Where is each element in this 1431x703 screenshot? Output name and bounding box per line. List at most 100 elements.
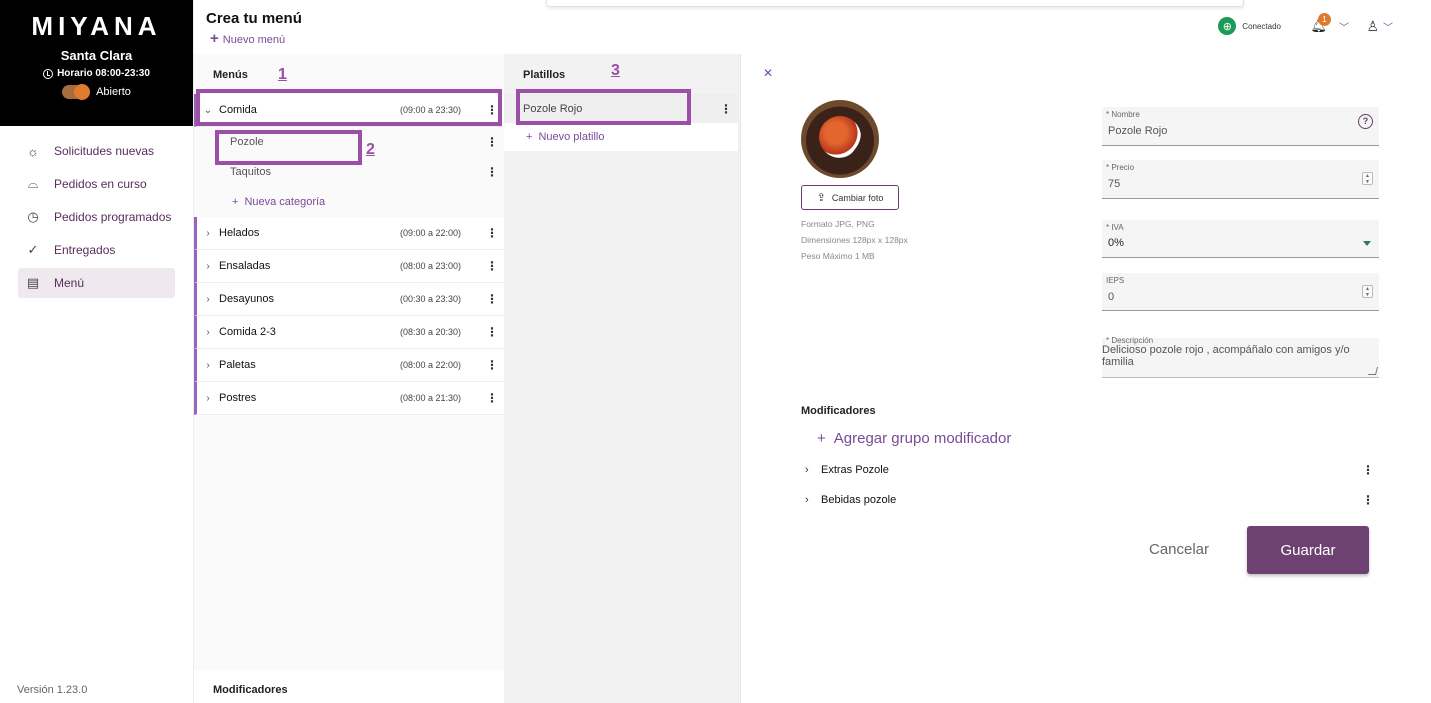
more-vert-icon[interactable]: ⋮: [480, 292, 504, 306]
description-field[interactable]: * Descripción Delicioso pozole rojo , ac…: [1102, 336, 1379, 378]
nav-item-entregados[interactable]: ✓ Entregados: [18, 235, 175, 265]
menu-row-paletas[interactable]: › Paletas (08:00 a 22:00) ⋮: [194, 349, 504, 382]
header-search-bar: [546, 0, 1244, 7]
more-vert-icon[interactable]: ⋮: [714, 102, 738, 116]
more-vert-icon[interactable]: ⋮: [480, 103, 504, 117]
more-vert-icon[interactable]: ⋮: [1356, 493, 1380, 507]
more-vert-icon[interactable]: ⋮: [480, 259, 504, 273]
nav-item-solicitudes[interactable]: ☼ Solicitudes nuevas: [18, 136, 175, 166]
modifier-group-row[interactable]: › Extras Pozole ⋮: [805, 459, 1380, 481]
platillo-photo: [801, 100, 879, 178]
menu-row-postres[interactable]: › Postres (08:00 a 21:30) ⋮: [194, 382, 504, 415]
price-input[interactable]: 75: [1108, 178, 1120, 190]
chevron-right-icon[interactable]: ›: [197, 360, 219, 371]
save-button[interactable]: Guardar: [1247, 526, 1369, 574]
menu-row-ensaladas[interactable]: › Ensaladas (08:00 a 23:00) ⋮: [194, 250, 504, 283]
menu-row-comida[interactable]: ⌄ Comida (09:00 a 23:30) ⋮: [194, 94, 504, 127]
change-photo-button[interactable]: ⇪ Cambiar foto: [801, 185, 899, 210]
photo-requirements: Formato JPG, PNG Dimensiones 128px x 128…: [801, 216, 908, 264]
modifier-group-name: Extras Pozole: [821, 464, 889, 476]
close-icon[interactable]: ✕: [763, 66, 773, 80]
chevron-right-icon[interactable]: ›: [197, 327, 219, 338]
chevron-down-icon[interactable]: ﹀: [1383, 19, 1393, 34]
menu-row-desayunos[interactable]: › Desayunos (00:30 a 23:30) ⋮: [194, 283, 504, 316]
chevron-right-icon[interactable]: ›: [197, 228, 219, 239]
change-photo-label: Cambiar foto: [831, 192, 884, 203]
new-menu-link[interactable]: + Nuevo menú: [210, 30, 285, 47]
category-row-pozole[interactable]: Pozole ⋮: [194, 127, 504, 157]
page-title: Crea tu menú: [206, 10, 302, 27]
stepper-icon[interactable]: ▲ ▼: [1362, 285, 1373, 298]
more-vert-icon[interactable]: ⋮: [480, 165, 504, 179]
stepper-icon[interactable]: ▲ ▼: [1362, 172, 1373, 185]
nav-item-pedidos-programados[interactable]: ◷ Pedidos programados: [18, 202, 175, 232]
chevron-right-icon[interactable]: ›: [197, 294, 219, 305]
app-version: Versión 1.23.0: [17, 684, 88, 696]
chevron-right-icon[interactable]: ›: [805, 464, 821, 476]
description-textarea[interactable]: Delicioso pozole rojo , acompáñalo con a…: [1102, 344, 1362, 368]
cancel-button[interactable]: Cancelar: [1129, 526, 1229, 572]
plus-icon: +: [232, 196, 239, 208]
connection-status-label: Conectado: [1242, 21, 1281, 31]
category-row-taquitos[interactable]: Taquitos ⋮: [194, 157, 504, 187]
iva-field[interactable]: * IVA 0%: [1102, 220, 1379, 258]
chevron-down-icon[interactable]: ﹀: [1339, 19, 1349, 34]
new-platillo-link[interactable]: + Nuevo platillo: [504, 123, 738, 151]
menu-time: (08:30 a 20:30): [400, 327, 462, 337]
menu-row-helados[interactable]: › Helados (09:00 a 22:00) ⋮: [194, 217, 504, 250]
add-modifier-group-link[interactable]: + Agregar grupo modificador: [817, 430, 1011, 447]
chevron-right-icon[interactable]: ›: [197, 393, 219, 404]
name-field[interactable]: * Nombre Pozole Rojo ?: [1102, 107, 1379, 146]
iva-label: * IVA: [1106, 223, 1124, 232]
clock-icon: ◷: [27, 209, 39, 224]
menu-name: Helados: [219, 227, 260, 239]
more-vert-icon[interactable]: ⋮: [480, 391, 504, 405]
more-vert-icon[interactable]: ⋮: [1356, 463, 1380, 477]
modifier-group-row[interactable]: › Bebidas pozole ⋮: [805, 489, 1380, 511]
nav-item-label: Entregados: [54, 243, 116, 257]
menu-time: (08:00 a 23:00): [400, 261, 462, 271]
check-circle-icon: ✓: [27, 242, 39, 257]
dropdown-arrow-icon[interactable]: [1363, 241, 1371, 246]
help-icon[interactable]: ?: [1358, 114, 1373, 129]
chevron-right-icon[interactable]: ›: [805, 494, 821, 506]
new-category-link[interactable]: + Nueva categoría: [194, 187, 504, 217]
store-name: Santa Clara: [60, 48, 133, 63]
name-input[interactable]: Pozole Rojo: [1108, 125, 1167, 137]
logo: MIYANA: [31, 11, 162, 41]
nav-item-pedidos-en-curso[interactable]: ⌓ Pedidos en curso: [18, 169, 175, 199]
menu-time: (09:00 a 23:30): [400, 105, 462, 115]
notification-badge: 1: [1318, 13, 1331, 26]
menu-name: Postres: [219, 392, 257, 404]
annotation-number-2: 2: [366, 141, 375, 158]
more-vert-icon[interactable]: ⋮: [480, 325, 504, 339]
menu-row-comida-2-3[interactable]: › Comida 2-3 (08:30 a 20:30) ⋮: [194, 316, 504, 349]
ieps-input[interactable]: 0: [1108, 291, 1114, 303]
iva-select[interactable]: 0%: [1108, 237, 1124, 249]
globe-icon: ⊕: [1218, 17, 1237, 35]
chevron-down-icon[interactable]: ⌄: [197, 105, 219, 116]
store-hours: Horario 08:00-23:30: [0, 68, 193, 79]
user-icon[interactable]: ♙: [1366, 18, 1379, 35]
nav-item-menu[interactable]: ▤ Menú: [18, 268, 175, 298]
open-toggle[interactable]: [62, 84, 91, 100]
more-vert-icon[interactable]: ⋮: [480, 135, 504, 149]
clock-icon: [43, 68, 54, 79]
platillos-list: Pozole Rojo ⋮ + Nuevo platillo: [504, 94, 738, 151]
menu-time: (08:00 a 21:30): [400, 393, 462, 403]
more-vert-icon[interactable]: ⋮: [480, 358, 504, 372]
nav-item-label: Pedidos en curso: [54, 177, 147, 191]
resize-handle-icon[interactable]: [1367, 367, 1379, 375]
nav-item-label: Menú: [54, 276, 85, 290]
store-status: Abierto: [0, 84, 193, 100]
platillo-name: Pozole Rojo: [523, 102, 583, 115]
menu-book-icon: ▤: [26, 275, 40, 290]
platillo-row-pozole-rojo[interactable]: Pozole Rojo ⋮: [504, 94, 738, 123]
more-vert-icon[interactable]: ⋮: [480, 226, 504, 240]
nav-item-label: Pedidos programados: [54, 210, 172, 224]
ieps-field[interactable]: IEPS 0 ▲ ▼: [1102, 273, 1379, 311]
chevron-right-icon[interactable]: ›: [197, 261, 219, 272]
price-field[interactable]: * Precio 75 ▲ ▼: [1102, 160, 1379, 199]
main-nav: ☼ Solicitudes nuevas ⌓ Pedidos en curso …: [0, 126, 193, 311]
menu-time: (08:00 a 22:00): [400, 360, 462, 370]
